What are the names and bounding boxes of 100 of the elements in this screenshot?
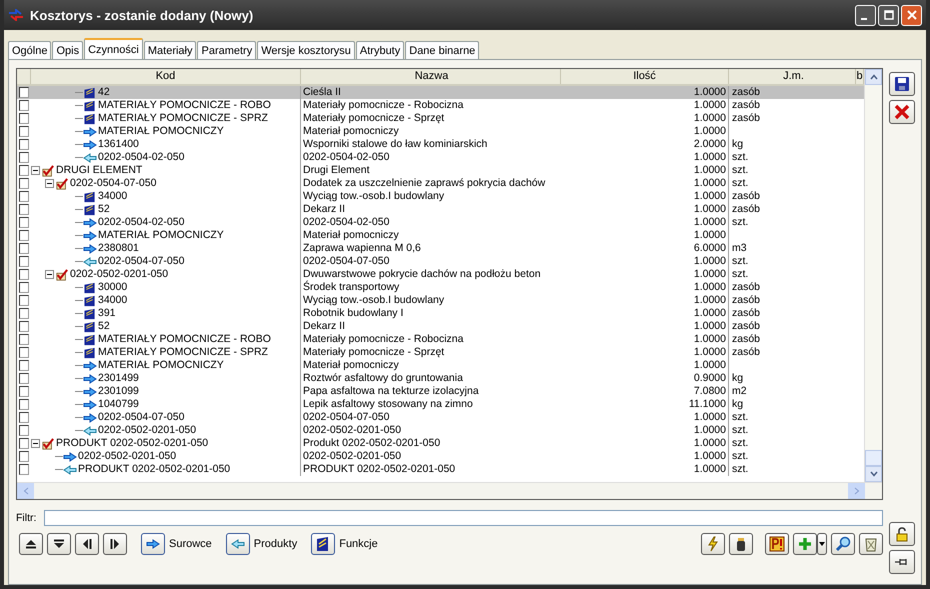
checkbox[interactable] xyxy=(19,165,29,176)
table-row[interactable]: 0202-0502-0201-050 0202-0502-0201-050 1.0000 szt. xyxy=(17,450,864,463)
tab[interactable]: Parametry xyxy=(197,41,256,59)
table-row[interactable]: MATERIAŁY POMOCNICZE - ROBO Materiały pomocnicze - Robocizna 1.0000 zasób xyxy=(17,333,864,346)
checkbox[interactable] xyxy=(19,425,29,436)
table-row[interactable]: 30000 Środek transportowy 1.0000 zasób xyxy=(17,281,864,294)
collapse-toggle[interactable] xyxy=(45,270,54,279)
move-down-button[interactable] xyxy=(47,533,71,555)
table-row[interactable]: 0202-0502-0201-050 Dwuwarstwowe pokrycie dachów na podłożu beton 1.0000 szt. xyxy=(17,268,864,281)
jar-button[interactable] xyxy=(729,533,753,555)
tab[interactable]: Opis xyxy=(52,41,84,59)
move-right-button[interactable] xyxy=(103,533,127,555)
close-button[interactable] xyxy=(901,4,922,26)
inputs-toggle-button[interactable] xyxy=(141,533,165,555)
table-row[interactable]: 391 Robotnik budowlany I 1.0000 zasób xyxy=(17,307,864,320)
table-row[interactable]: 0202-0504-02-050 0202-0504-02-050 1.0000 szt. xyxy=(17,151,864,164)
table-row[interactable]: PRODUKT 0202-0502-0201-050 Produkt 0202-0502-0201-050 1.0000 szt. xyxy=(17,437,864,450)
checkbox[interactable] xyxy=(19,152,29,163)
column-header[interactable]: Ilość xyxy=(561,69,729,84)
table-row[interactable]: MATERIAŁ POMOCNICZY Materiał pomocniczy 1.0000 xyxy=(17,229,864,242)
checkbox[interactable] xyxy=(19,321,29,332)
table-row[interactable]: MATERIAŁY POMOCNICZE - SPRZ Materiały pomocnicze - Sprzęt 1.0000 zasób xyxy=(17,346,864,359)
table-row[interactable]: 0202-0504-07-050 0202-0504-07-050 1.0000 szt. xyxy=(17,411,864,424)
minimize-button[interactable] xyxy=(855,4,876,26)
checkbox[interactable] xyxy=(19,87,29,98)
table-row[interactable]: 0202-0504-07-050 0202-0504-07-050 1.0000 szt. xyxy=(17,255,864,268)
tab[interactable]: Materiały xyxy=(144,41,196,59)
tab[interactable]: Czynności xyxy=(84,38,143,59)
functions-toggle-button[interactable] xyxy=(311,533,336,555)
vertical-scrollbar[interactable] xyxy=(864,69,882,482)
tab[interactable]: Dane binarne xyxy=(405,41,480,59)
table-row[interactable]: 2301499 Roztwór asfaltowy do gruntowania 0.9000 kg xyxy=(17,372,864,385)
checkbox[interactable] xyxy=(19,386,29,397)
cancel-button[interactable] xyxy=(889,100,915,124)
filter-field[interactable] xyxy=(44,510,883,526)
table-row[interactable]: 0202-0502-0201-050 0202-0502-0201-050 1.0000 szt. xyxy=(17,424,864,437)
table-row[interactable]: 52 Dekarz II 1.0000 zasób xyxy=(17,320,864,333)
checkbox[interactable] xyxy=(19,256,29,267)
table-row[interactable]: MATERIAŁY POMOCNICZE - ROBO Materiały pomocnicze - Robocizna 1.0000 zasób xyxy=(17,99,864,112)
pin-button[interactable] xyxy=(889,550,915,574)
checkbox[interactable] xyxy=(19,126,29,137)
table-row[interactable]: 0202-0504-02-050 0202-0504-02-050 1.0000 szt. xyxy=(17,216,864,229)
collapse-toggle[interactable] xyxy=(31,166,40,175)
checkbox[interactable] xyxy=(19,100,29,111)
table-row[interactable]: DRUGI ELEMENT Drugi Element 1.0000 szt. xyxy=(17,164,864,177)
move-up-button[interactable] xyxy=(19,533,43,555)
maximize-button[interactable] xyxy=(878,4,899,26)
trash-button[interactable] xyxy=(859,533,883,555)
move-left-button[interactable] xyxy=(75,533,99,555)
checkbox[interactable] xyxy=(19,113,29,124)
tab[interactable]: Wersje kosztorysu xyxy=(257,41,355,59)
table-row[interactable]: 52 Dekarz II 1.0000 zasób xyxy=(17,203,864,216)
tab[interactable]: Ogólne xyxy=(8,41,52,59)
lightning-button[interactable] xyxy=(701,533,725,555)
collapse-toggle[interactable] xyxy=(45,179,54,188)
checkbox[interactable] xyxy=(19,399,29,410)
checkbox[interactable] xyxy=(19,139,29,150)
scroll-up-button[interactable] xyxy=(865,69,882,85)
table-row[interactable]: 34000 Wyciąg tow.-osob.I budowlany 1.0000 zasób xyxy=(17,190,864,203)
table-row[interactable]: 1040799 Lepik asfaltowy stosowany na zimno 11.1000 kg xyxy=(17,398,864,411)
save-button[interactable] xyxy=(889,72,915,96)
checkbox[interactable] xyxy=(19,191,29,202)
checkbox[interactable] xyxy=(19,360,29,371)
checkbox[interactable] xyxy=(19,347,29,358)
table-row[interactable]: 1361400 Wsporniki stalowe do ław kominiarskich 2.0000 kg xyxy=(17,138,864,151)
checkbox[interactable] xyxy=(19,308,29,319)
table-row[interactable]: 2380801 Zaprawa wapienna M 0,6 6.0000 m3 xyxy=(17,242,864,255)
checkbox[interactable] xyxy=(19,334,29,345)
column-header[interactable]: J.m. xyxy=(729,69,856,84)
checkbox[interactable] xyxy=(19,373,29,384)
checkbox[interactable] xyxy=(19,243,29,254)
checkbox[interactable] xyxy=(19,451,29,462)
table-row[interactable]: 42 Cieśla II 1.0000 zasób xyxy=(17,86,864,99)
scroll-down-button[interactable] xyxy=(865,466,882,482)
lock-button[interactable] xyxy=(889,522,915,546)
table-row[interactable]: MATERIAŁ POMOCNICZY Materiał pomocniczy 1.0000 xyxy=(17,125,864,138)
checkbox[interactable] xyxy=(19,217,29,228)
tab[interactable]: Atrybuty xyxy=(356,41,404,59)
column-header[interactable]: Kod xyxy=(31,69,301,84)
checkbox[interactable] xyxy=(19,282,29,293)
checkbox[interactable] xyxy=(19,269,29,280)
checkbox[interactable] xyxy=(19,412,29,423)
table-row[interactable]: PRODUKT 0202-0502-0201-050 PRODUKT 0202-0502-0201-050 1.0000 szt. xyxy=(17,463,864,476)
table-row[interactable]: 34000 Wyciąg tow.-osob.I budowlany 1.0000 zasób xyxy=(17,294,864,307)
column-header[interactable]: Nazwa xyxy=(301,69,561,84)
checkbox[interactable] xyxy=(19,178,29,189)
table-row[interactable]: MATERIAŁY POMOCNICZE - SPRZ Materiały pomocnicze - Sprzęt 1.0000 zasób xyxy=(17,112,864,125)
checkbox[interactable] xyxy=(19,295,29,306)
checkbox[interactable] xyxy=(19,204,29,215)
table-row[interactable]: MATERIAŁ POMOCNICZY Materiał pomocniczy 1.0000 xyxy=(17,359,864,372)
table-row[interactable]: 2301099 Papa asfaltowa na tekturze izolacyjna 7.0800 m2 xyxy=(17,385,864,398)
checkbox[interactable] xyxy=(19,438,29,449)
add-button[interactable] xyxy=(793,533,817,555)
search-button[interactable] xyxy=(831,533,855,555)
table-row[interactable]: 0202-0504-07-050 Dodatek za uszczelnienie zaprawś pokrycia dachów 1.0000 szt. xyxy=(17,177,864,190)
checkbox[interactable] xyxy=(19,464,29,475)
collapse-toggle[interactable] xyxy=(31,439,40,448)
outputs-toggle-button[interactable] xyxy=(226,533,250,555)
dropdown-button[interactable] xyxy=(817,533,827,555)
warning-p-button[interactable] xyxy=(765,533,789,555)
